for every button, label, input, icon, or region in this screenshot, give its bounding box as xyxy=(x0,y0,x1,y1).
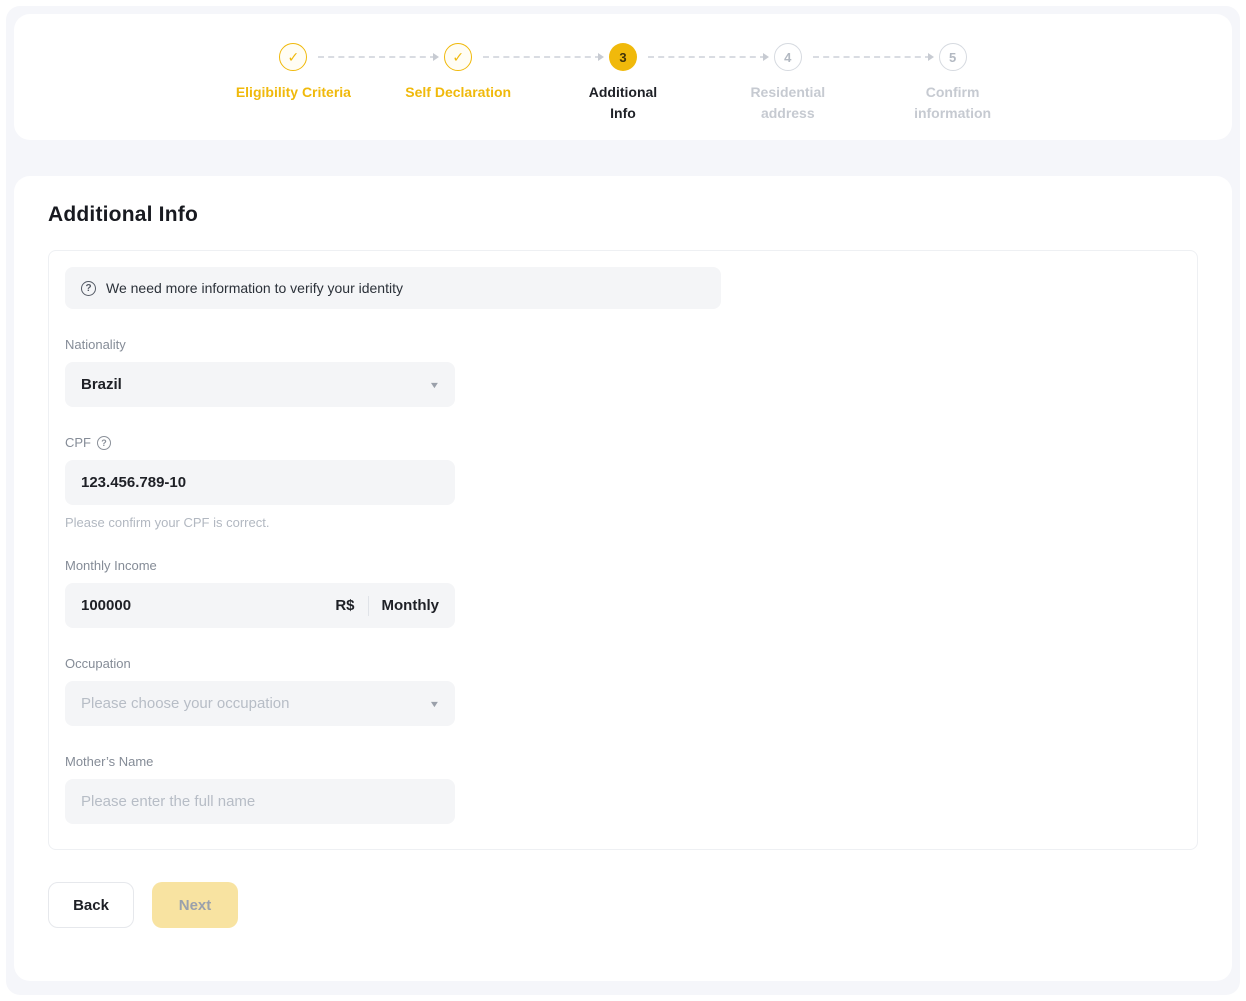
nationality-select[interactable]: Brazil ▼ xyxy=(65,362,455,407)
currency-label: R$ xyxy=(335,597,354,614)
cpf-helper-text: Please confirm your CPF is correct. xyxy=(65,515,1181,530)
next-button[interactable]: Next xyxy=(152,882,238,928)
page-title: Additional Info xyxy=(48,203,1198,227)
back-button[interactable]: Back xyxy=(48,882,134,928)
cpf-help-icon[interactable]: ? xyxy=(97,436,111,450)
occupation-label: Occupation xyxy=(65,656,1181,671)
step-number: 3 xyxy=(609,43,637,71)
chevron-down-icon: ▼ xyxy=(429,380,441,390)
question-circle-icon: ? xyxy=(81,281,96,296)
mothers-name-label: Mother’s Name xyxy=(65,754,1181,769)
additional-info-card: Additional Info ? We need more informati… xyxy=(14,176,1232,981)
step-connector xyxy=(813,56,931,58)
form-panel: ? We need more information to verify you… xyxy=(48,250,1198,850)
connector-arrow-icon xyxy=(433,53,439,61)
occupation-select[interactable]: Please choose your occupation ▼ xyxy=(65,681,455,726)
banner-text: We need more information to verify your … xyxy=(106,280,403,296)
monthly-income-input[interactable] xyxy=(81,597,335,614)
cpf-label: CPF ? xyxy=(65,435,1181,450)
step-number: 4 xyxy=(774,43,802,71)
monthly-income-label: Monthly Income xyxy=(65,558,1181,573)
occupation-placeholder: Please choose your occupation xyxy=(81,695,289,712)
page-background: ✓ Eligibility Criteria ✓ Self Declaratio… xyxy=(6,6,1240,995)
period-label: Monthly xyxy=(382,597,440,614)
step-check-icon: ✓ xyxy=(279,43,307,71)
step-label: Confirm information xyxy=(914,82,991,124)
step-check-icon: ✓ xyxy=(444,43,472,71)
step-label: Self Declaration xyxy=(405,82,511,103)
step-connector xyxy=(648,56,766,58)
step-connector xyxy=(483,56,601,58)
nationality-value: Brazil xyxy=(81,376,122,393)
step-number: 5 xyxy=(939,43,967,71)
step-label: Residential address xyxy=(750,82,825,124)
suffix-divider xyxy=(368,596,369,616)
cpf-input[interactable] xyxy=(81,474,439,491)
stepper-card: ✓ Eligibility Criteria ✓ Self Declaratio… xyxy=(14,14,1232,140)
connector-arrow-icon xyxy=(928,53,934,61)
income-suffix: R$ Monthly xyxy=(335,596,439,616)
mothers-name-input[interactable] xyxy=(81,793,439,810)
step-connector xyxy=(318,56,436,58)
stepper: ✓ Eligibility Criteria ✓ Self Declaratio… xyxy=(211,14,1035,124)
form-actions: Back Next xyxy=(48,882,1198,928)
step-label: Additional Info xyxy=(589,82,657,124)
identity-info-banner: ? We need more information to verify you… xyxy=(65,267,721,309)
cpf-field-box xyxy=(65,460,455,505)
step-label: Eligibility Criteria xyxy=(236,82,351,103)
nationality-label: Nationality xyxy=(65,337,1181,352)
connector-arrow-icon xyxy=(598,53,604,61)
monthly-income-field-box: R$ Monthly xyxy=(65,583,455,628)
mothers-name-field-box xyxy=(65,779,455,824)
step-confirm-information: 5 Confirm information xyxy=(870,43,1035,124)
connector-arrow-icon xyxy=(763,53,769,61)
chevron-down-icon: ▼ xyxy=(429,699,441,709)
